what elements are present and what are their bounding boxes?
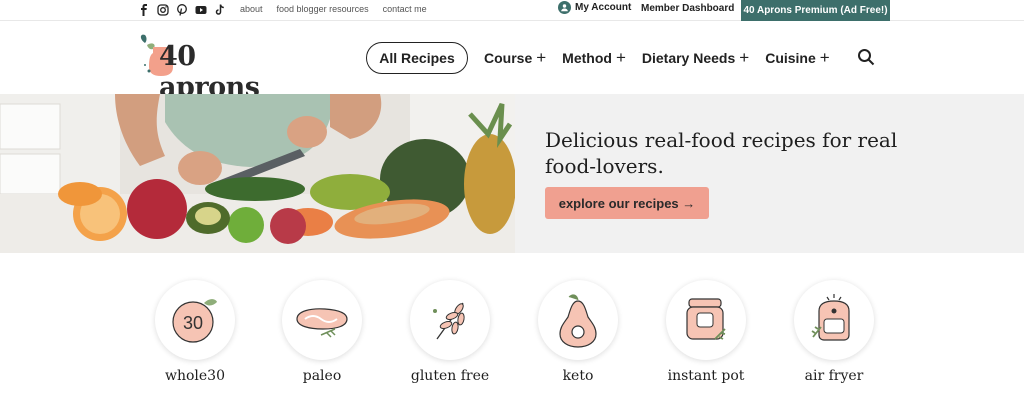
nav-dietary-needs[interactable]: Dietary Needs + [642,48,749,68]
nav-dietary-needs-label: Dietary Needs [641,50,736,66]
nav-course[interactable]: Course + [484,48,546,68]
social-links [137,3,226,16]
nav-cuisine[interactable]: Cuisine + [765,48,830,68]
avocado-icon [538,280,618,360]
plus-icon: + [739,48,750,67]
category-label: whole30 [164,368,225,384]
my-account-link[interactable]: My Account [558,1,631,14]
wheat-icon [410,280,490,360]
nav-method[interactable]: Method + [562,48,626,68]
user-icon [558,1,571,14]
steak-icon [282,280,362,360]
site-logo[interactable]: 40 aprons [137,33,302,103]
explore-recipes-button[interactable]: explore our recipes → [545,187,709,219]
category-label: air fryer [804,368,864,384]
plus-icon: + [615,48,626,67]
instagram-icon[interactable] [156,3,169,16]
whole30-icon: 30 [155,280,235,360]
nav-method-label: Method [562,50,612,66]
category-whole30[interactable]: 30 whole30 [145,280,245,384]
category-paleo[interactable]: paleo [272,280,372,384]
member-dashboard-link[interactable]: Member Dashboard [641,3,734,14]
category-list: 30 whole30 paleo gluten free keto instan… [0,280,1024,409]
food-blogger-resources-link[interactable]: food blogger resources [277,4,369,14]
plus-icon: + [536,48,547,67]
category-air-fryer[interactable]: air fryer [784,280,884,384]
hero-headline: Delicious real-food recipes for real foo… [545,128,898,178]
category-label: gluten free [410,368,490,384]
category-label: paleo [302,368,342,384]
category-gluten-free[interactable]: gluten free [400,280,500,384]
air-fryer-icon [794,280,874,360]
youtube-icon[interactable] [194,3,207,16]
contact-me-link[interactable]: contact me [383,4,427,14]
top-utility-bar: about food blogger resources contact me … [0,0,1024,21]
pinterest-icon[interactable] [175,3,188,16]
category-label: instant pot [667,368,745,384]
search-icon[interactable] [857,48,875,66]
instant-pot-icon [666,280,746,360]
plus-icon: + [819,48,830,67]
hero-image [0,94,515,253]
nav-cuisine-label: Cuisine [765,50,816,66]
category-label: keto [562,368,594,384]
main-nav: All Recipes Course + Method + Dietary Need… [366,42,830,74]
top-links: about food blogger resources contact me [240,4,427,14]
svg-text:30: 30 [183,313,203,333]
about-link[interactable]: about [240,4,263,14]
category-keto[interactable]: keto [528,280,628,384]
my-account-label: My Account [575,2,632,13]
tiktok-icon[interactable] [213,3,226,16]
premium-button[interactable]: 40 Aprons Premium (Ad Free!) [741,0,890,21]
facebook-icon[interactable] [137,3,150,16]
nav-course-label: Course [484,50,533,66]
hero-banner: Delicious real-food recipes for real foo… [0,94,1024,253]
all-recipes-button[interactable]: All Recipes [366,42,468,74]
category-instant-pot[interactable]: instant pot [656,280,756,384]
